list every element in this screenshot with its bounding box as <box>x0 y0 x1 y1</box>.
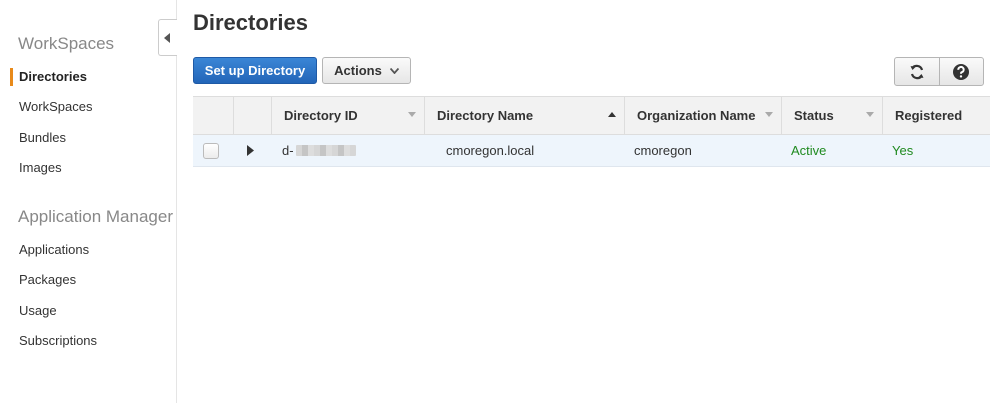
sort-icon <box>765 112 773 117</box>
sidebar-item-images[interactable]: Images <box>19 160 62 175</box>
sidebar-item-applications[interactable]: Applications <box>19 242 89 257</box>
header-select-column <box>193 97 233 134</box>
sidebar-section-workspaces: WorkSpaces <box>18 34 115 53</box>
refresh-icon <box>910 64 924 79</box>
sidebar-item-packages[interactable]: Packages <box>19 272 76 287</box>
column-header-directory-name[interactable]: Directory Name <box>424 97 624 134</box>
cell-directory-name: cmoregon.local <box>446 143 535 158</box>
cell-registered: Yes <box>892 143 914 158</box>
set-up-directory-label: Set up Directory <box>204 63 306 78</box>
directory-id-prefix: d- <box>282 143 294 158</box>
column-header-organization-name[interactable]: Organization Name <box>624 97 781 134</box>
cell-directory-id: d- <box>282 135 356 166</box>
cell-status: Active <box>791 143 827 158</box>
actions-button[interactable]: Actions <box>322 57 411 84</box>
help-button[interactable] <box>938 58 984 85</box>
column-label: Organization Name <box>637 108 756 123</box>
sort-ascending-icon <box>608 112 616 117</box>
cell-organization-name: cmoregon <box>634 143 692 158</box>
table-header: Directory ID Directory Name Organization… <box>193 96 990 135</box>
set-up-directory-button[interactable]: Set up Directory <box>193 57 317 84</box>
redacted-id <box>295 145 356 156</box>
collapse-sidebar-button[interactable] <box>158 19 177 56</box>
column-header-status[interactable]: Status <box>781 97 882 134</box>
chevron-left-icon <box>164 33 170 43</box>
header-expand-column <box>233 97 271 134</box>
column-label: Directory Name <box>437 108 534 123</box>
column-header-directory-id[interactable]: Directory ID <box>271 97 424 134</box>
table-row[interactable]: d- cmoregon.local cmoregon Active Yes <box>193 135 990 167</box>
expand-row-icon[interactable] <box>247 145 254 156</box>
sidebar-item-bundles[interactable]: Bundles <box>19 130 66 145</box>
actions-label: Actions <box>334 63 382 78</box>
refresh-button[interactable] <box>895 58 939 85</box>
help-icon <box>953 63 970 80</box>
active-indicator <box>10 68 13 86</box>
sidebar-item-workspaces[interactable]: WorkSpaces <box>19 99 92 114</box>
sidebar-section-application-manager: Application Manager <box>18 207 173 226</box>
column-label: Status <box>794 108 834 123</box>
sidebar-item-subscriptions[interactable]: Subscriptions <box>19 333 97 348</box>
column-label: Directory ID <box>284 108 358 123</box>
column-header-registered[interactable]: Registered <box>882 97 990 134</box>
chevron-down-icon <box>389 67 399 74</box>
column-label: Registered <box>895 108 963 123</box>
sidebar-item-usage[interactable]: Usage <box>19 303 57 318</box>
sort-icon <box>408 112 416 117</box>
page-title: Directories <box>193 10 308 35</box>
sidebar-item-directories[interactable]: Directories <box>19 69 87 84</box>
directories-table: Directory ID Directory Name Organization… <box>193 96 990 167</box>
row-select-checkbox[interactable] <box>203 143 219 159</box>
toolbar-icon-group <box>894 57 984 86</box>
sidebar: WorkSpaces Directories WorkSpaces Bundle… <box>0 0 177 403</box>
sort-icon <box>866 112 874 117</box>
